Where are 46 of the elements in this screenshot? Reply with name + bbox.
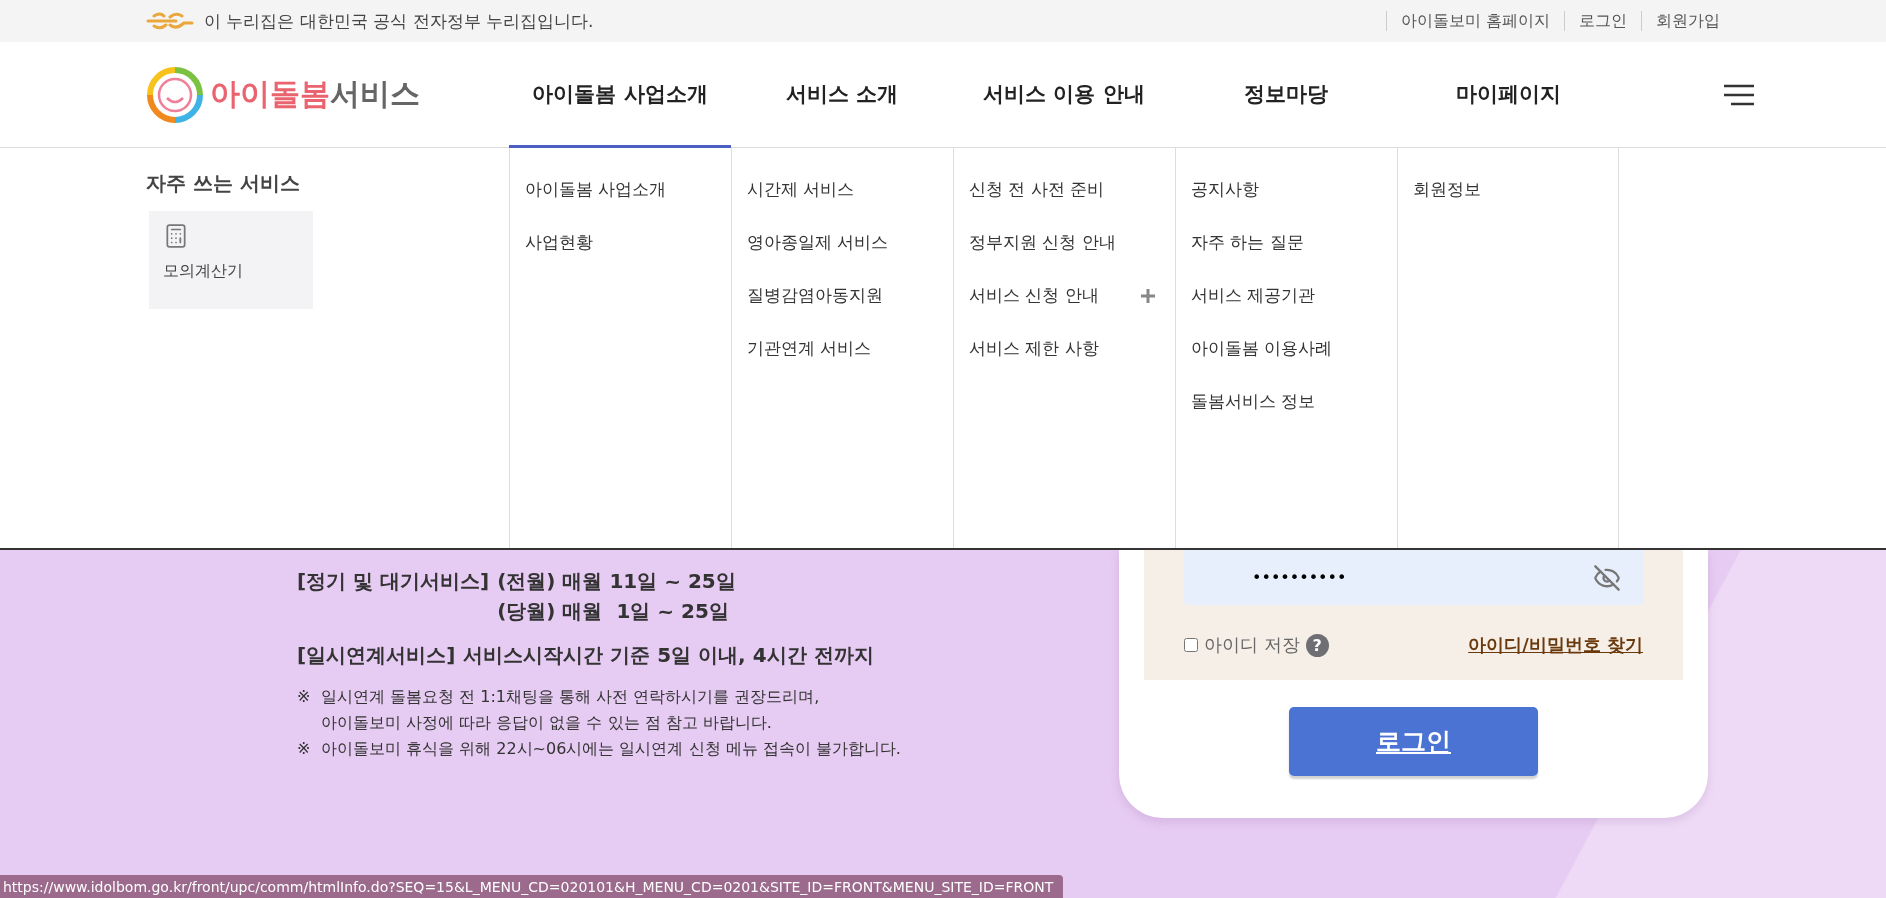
submenu-item[interactable]: 아이돌봄 사업소개	[510, 163, 731, 216]
submenu-item[interactable]: 정부지원 신청 안내	[954, 216, 1175, 269]
site-logo-text[interactable]: 아이돌봄서비스	[210, 74, 420, 115]
submenu-item[interactable]: 돌봄서비스 정보	[1176, 375, 1397, 428]
login-button[interactable]: 로그인	[1289, 707, 1538, 776]
submenu-item[interactable]: 공지사항	[1176, 163, 1397, 216]
save-id-label: 아이디 저장	[1204, 633, 1300, 657]
quick-service-tile[interactable]: 모의계산기	[149, 211, 313, 309]
note-mark: ※	[297, 686, 312, 708]
help-icon[interactable]: ?	[1305, 633, 1329, 657]
top-link[interactable]: 아이돌보미 홈페이지	[1385, 11, 1564, 31]
find-account-link[interactable]: 아이디/비밀번호 찾기	[1468, 633, 1643, 657]
nav-tab[interactable]: 서비스 소개	[731, 42, 953, 148]
eye-off-icon[interactable]	[1593, 563, 1621, 592]
calculator-icon	[163, 223, 189, 249]
submenu-item[interactable]: 서비스 제한 사항	[954, 322, 1175, 375]
schedule-label: [일시연계서비스]	[297, 642, 456, 669]
quick-menu-title: 자주 쓰는 서비스	[146, 170, 301, 197]
submenu-item[interactable]: 회원정보	[1398, 163, 1618, 216]
note-text: 아이돌보미 휴식을 위해 22시~06시에는 일시연계 신청 메뉴 접속이 불가합니다.	[321, 738, 901, 760]
logo-icon	[146, 65, 204, 124]
schedule-text: (전월) 매월 11일 ~ 25일	[497, 568, 736, 595]
password-field[interactable]: ••••••••••	[1184, 550, 1643, 605]
submenu-item[interactable]: 기관연계 서비스	[732, 322, 953, 375]
submenu-item[interactable]: 영아종일제 서비스	[732, 216, 953, 269]
top-link[interactable]: 로그인	[1564, 11, 1641, 31]
submenu-item[interactable]: 시간제 서비스	[732, 163, 953, 216]
nav-tab[interactable]: 정보마당	[1175, 42, 1397, 148]
submenu-item[interactable]: 서비스 신청 안내	[954, 269, 1175, 322]
submenu-item[interactable]: 자주 하는 질문	[1176, 216, 1397, 269]
save-id-checkbox[interactable]	[1184, 638, 1198, 652]
nav-tab[interactable]: 마이페이지	[1397, 42, 1619, 148]
note-mark: ※	[297, 738, 312, 760]
gov-notice-text: 이 누리집은 대한민국 공식 전자정부 누리집입니다.	[204, 9, 594, 33]
submenu-item[interactable]: 서비스 제공기관	[1176, 269, 1397, 322]
status-bar-url: https://www.idolbom.go.kr/front/upc/comm/htmlInfo.do?SEQ=15&L_MENU_CD=020101&H_MENU_CD=0201&SITE_ID=FRONT&MENU_SITE_ID=FRONT	[0, 875, 1064, 898]
note-text: 일시연계 돌봄요청 전 1:1채팅을 통해 사전 연락하시기를 권장드리며, 아이돌보미 사정에 따라 응답이 없을 수 있는 점 참고 바랍니다.	[321, 686, 820, 734]
schedule-text: (당월) 매월 1일 ~ 25일	[497, 598, 730, 625]
submenu-item[interactable]: 아이돌봄 이용사례	[1176, 322, 1397, 375]
schedule-label: [정기 및 대기서비스]	[297, 568, 490, 595]
submenu-item[interactable]: 사업현황	[510, 216, 731, 269]
top-link[interactable]: 회원가입	[1641, 11, 1734, 31]
submenu-item[interactable]: 신청 전 사전 준비	[954, 163, 1175, 216]
nav-tab[interactable]: 서비스 이용 안내	[953, 42, 1175, 148]
submenu-item[interactable]: 질병감염아동지원	[732, 269, 953, 322]
schedule-text: 서비스시작시간 기준 5일 이내, 4시간 전까지	[463, 642, 874, 669]
